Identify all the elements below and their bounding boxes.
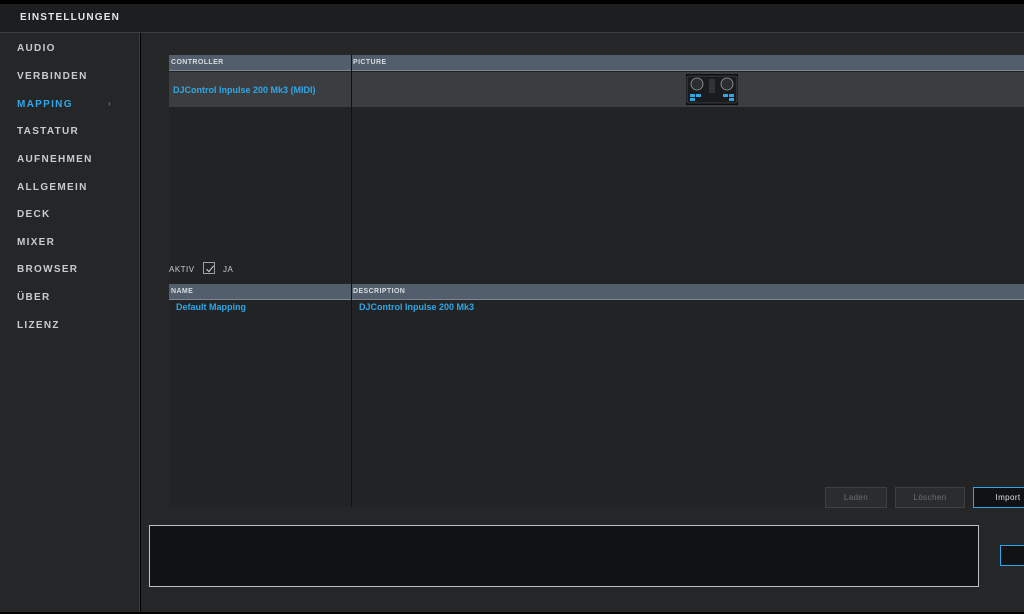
controller-name-cell[interactable]: DJControl Inpulse 200 Mk3 (MIDI) <box>173 85 316 95</box>
column-header-description[interactable]: DESCRIPTION <box>353 288 405 295</box>
mapping-name-cell[interactable]: Default Mapping <box>176 302 246 312</box>
sidebar-item-mixer[interactable]: MIXER <box>17 237 55 248</box>
table-row[interactable]: DJControl Inpulse 200 Mk3 (MIDI) <box>169 72 1024 107</box>
import-button[interactable]: Import <box>973 487 1024 508</box>
message-box[interactable] <box>149 525 979 587</box>
sidebar-item-allgemein[interactable]: ALLGEMEIN <box>17 182 88 193</box>
mapping-description-cell[interactable]: DJControl Inpulse 200 Mk3 <box>359 302 474 312</box>
sidebar-item-browser[interactable]: BROWSER <box>17 264 78 275</box>
settings-sidebar: AUDIO VERBINDEN MAPPING › TASTATUR AUFNE… <box>0 33 140 612</box>
sidebar-item-deck[interactable]: DECK <box>17 209 51 220</box>
sidebar-item-audio[interactable]: AUDIO <box>17 43 56 54</box>
sidebar-item-tastatur[interactable]: TASTATUR <box>17 126 79 137</box>
load-button[interactable]: Laden <box>825 487 887 508</box>
aktiv-value-label: JA <box>223 265 234 274</box>
column-header-controller[interactable]: CONTROLLER <box>171 59 224 66</box>
checkmark-icon <box>206 265 215 273</box>
ok-button[interactable] <box>1000 545 1024 566</box>
column-divider <box>351 284 352 507</box>
mappings-table: NAME DESCRIPTION Default Mapping DJContr… <box>169 284 1024 507</box>
controllers-table-header: CONTROLLER PICTURE <box>169 55 1024 71</box>
column-header-name[interactable]: NAME <box>171 288 193 295</box>
sidebar-item-ueber[interactable]: ÜBER <box>17 292 51 303</box>
controllers-table: CONTROLLER PICTURE DJControl Inpulse 200… <box>169 55 1024 283</box>
delete-button[interactable]: Löschen <box>895 487 965 508</box>
sidebar-item-mapping[interactable]: MAPPING <box>17 99 73 110</box>
column-header-picture[interactable]: PICTURE <box>353 59 387 66</box>
title-bar: EINSTELLUNGEN <box>0 4 1024 33</box>
sidebar-item-lizenz[interactable]: LIZENZ <box>17 320 60 331</box>
window-title: EINSTELLUNGEN <box>20 12 121 23</box>
settings-main: CONTROLLER PICTURE DJControl Inpulse 200… <box>141 33 1024 612</box>
mappings-table-header: NAME DESCRIPTION <box>169 284 1024 300</box>
aktiv-checkbox[interactable] <box>203 262 215 274</box>
column-divider <box>351 55 352 283</box>
dj-controller-thumbnail-icon <box>686 74 738 105</box>
sidebar-item-verbinden[interactable]: VERBINDEN <box>17 71 88 82</box>
active-arrow-icon: › <box>108 99 111 108</box>
sidebar-item-aufnehmen[interactable]: AUFNEHMEN <box>17 154 93 165</box>
aktiv-label: AKTIV <box>169 265 195 274</box>
table-row[interactable]: Default Mapping DJControl Inpulse 200 Mk… <box>169 300 1024 316</box>
